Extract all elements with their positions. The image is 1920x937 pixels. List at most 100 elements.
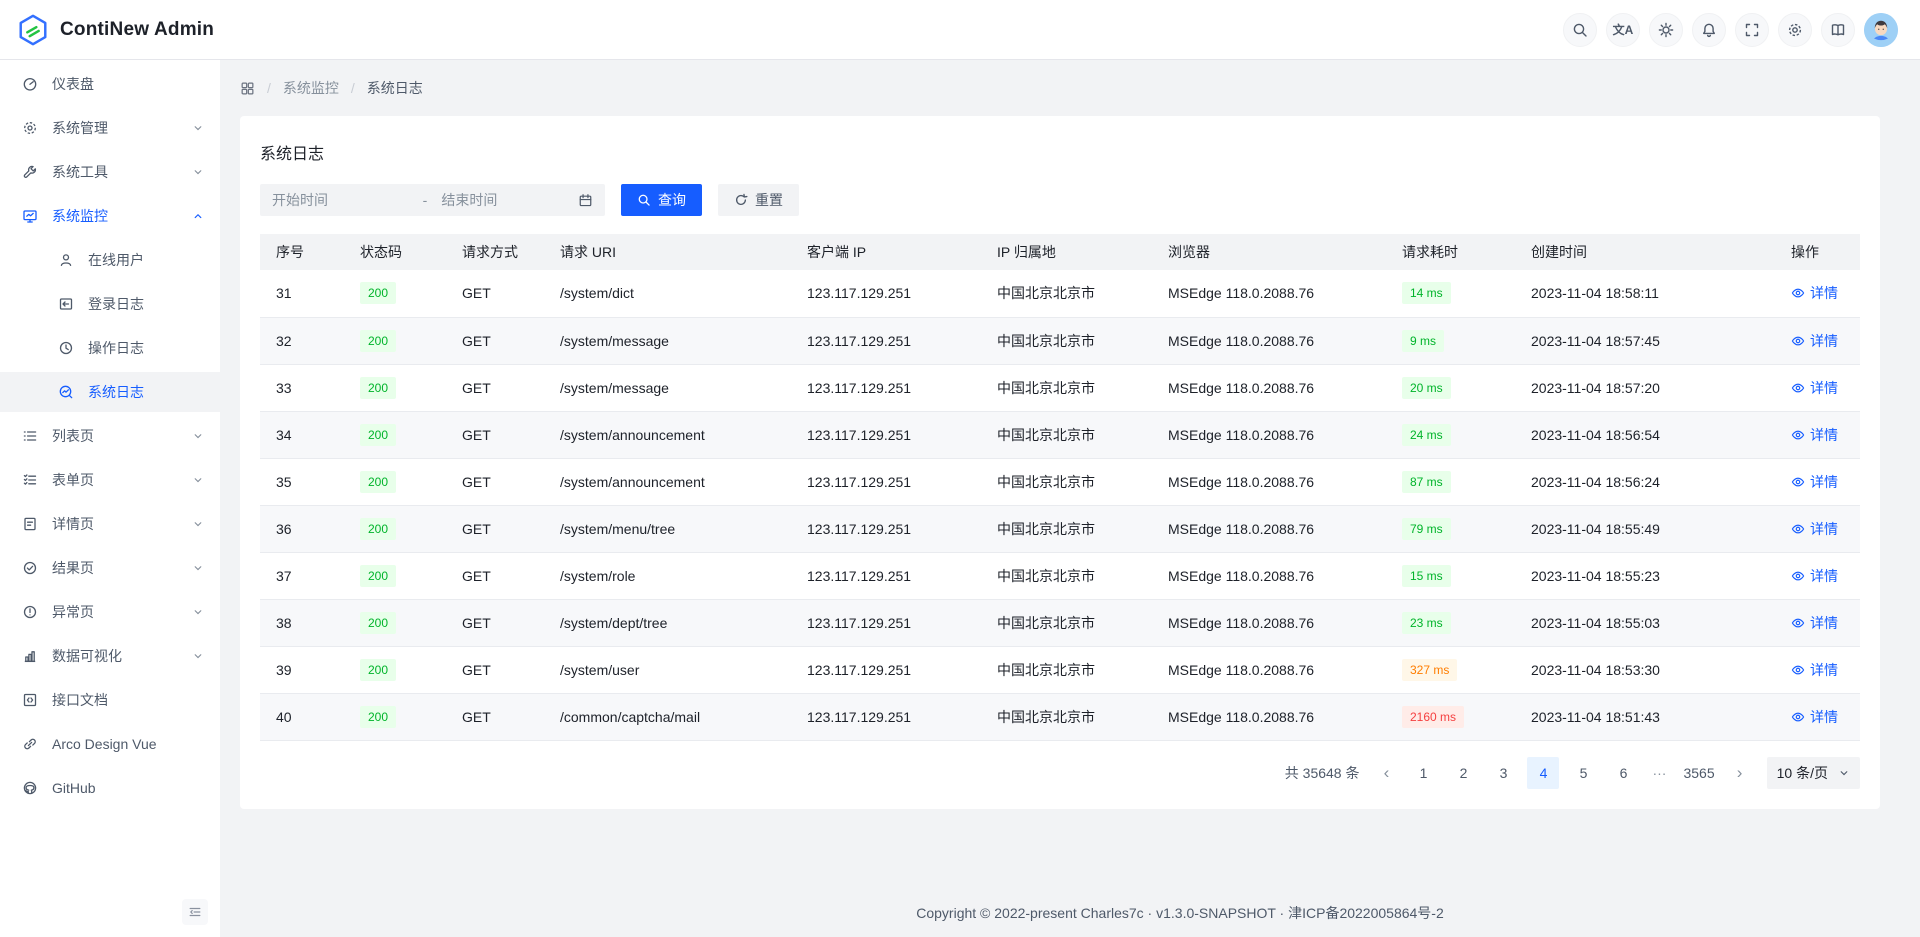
cell-index: 37 <box>260 552 344 599</box>
sidebar-item-system-log[interactable]: 系统日志 <box>0 372 220 412</box>
cell-ip-region: 中国北京北京市 <box>981 270 1152 317</box>
detail-link[interactable]: 详情 <box>1791 378 1838 398</box>
cell-created-time: 2023-11-04 18:53:30 <box>1515 646 1775 693</box>
cell-client-ip: 123.117.129.251 <box>791 364 981 411</box>
page-button[interactable]: 3565 <box>1679 757 1718 789</box>
notifications-button[interactable] <box>1692 13 1726 47</box>
status-badge: 200 <box>360 612 396 634</box>
sidebar-item-result-pages[interactable]: 结果页 <box>0 548 220 588</box>
table-row: 35 200 GET /system/announcement 123.117.… <box>260 458 1860 505</box>
detail-link[interactable]: 详情 <box>1791 472 1838 492</box>
user-avatar[interactable] <box>1864 13 1898 47</box>
detail-link[interactable]: 详情 <box>1791 707 1838 727</box>
detail-link[interactable]: 详情 <box>1791 613 1838 633</box>
page-ellipsis: ··· <box>1647 765 1671 781</box>
sidebar-item-online-users[interactable]: 在线用户 <box>0 240 220 280</box>
breadcrumb-item[interactable]: 系统监控 <box>283 78 339 98</box>
page-button[interactable]: 6 <box>1607 757 1639 789</box>
status-badge: 200 <box>360 659 396 681</box>
sun-icon <box>1658 22 1674 38</box>
page-size-select[interactable]: 10 条/页 <box>1767 757 1860 789</box>
page-button[interactable]: 2 <box>1447 757 1479 789</box>
elapsed-badge: 14 ms <box>1402 282 1451 304</box>
search-icon <box>1572 22 1588 38</box>
wrench-icon <box>21 163 39 181</box>
cell-ip-region: 中国北京北京市 <box>981 646 1152 693</box>
book-icon <box>1830 22 1846 38</box>
sidebar-item-login-log[interactable]: 登录日志 <box>0 284 220 324</box>
cell-uri: /system/announcement <box>544 458 791 505</box>
previous-page-button[interactable]: ‹ <box>1373 757 1399 789</box>
sidebar-item-data-visualization[interactable]: 数据可视化 <box>0 636 220 676</box>
sidebar-item-arco-design-vue[interactable]: Arco Design Vue <box>0 724 220 764</box>
detail-link-label: 详情 <box>1810 707 1838 727</box>
search-button[interactable] <box>1563 13 1597 47</box>
sidebar-item-api-docs[interactable]: 接口文档 <box>0 680 220 720</box>
sidebar-item-operation-log[interactable]: 操作日志 <box>0 328 220 368</box>
theme-toggle-button[interactable] <box>1649 13 1683 47</box>
sidebar-item-system-management[interactable]: 系统管理 <box>0 108 220 148</box>
cell-uri: /system/role <box>544 552 791 599</box>
detail-link-label: 详情 <box>1810 283 1838 303</box>
detail-link[interactable]: 详情 <box>1791 519 1838 539</box>
sidebar-collapse-button[interactable] <box>182 899 208 925</box>
detail-link[interactable]: 详情 <box>1791 660 1838 680</box>
page-button[interactable]: 3 <box>1487 757 1519 789</box>
sidebar-item-detail-pages[interactable]: 详情页 <box>0 504 220 544</box>
cell-method: GET <box>446 552 544 599</box>
date-range-input[interactable]: 开始时间 - 结束时间 <box>260 184 605 216</box>
document-icon <box>21 515 39 533</box>
page-button[interactable]: 5 <box>1567 757 1599 789</box>
cell-status: 200 <box>344 646 446 693</box>
sidebar-item-system-monitor[interactable]: 系统监控 <box>0 196 220 236</box>
cell-action: 详情 <box>1775 364 1860 411</box>
sidebar-item-label: 系统监控 <box>52 206 192 226</box>
status-badge: 200 <box>360 518 396 540</box>
detail-link[interactable]: 详情 <box>1791 566 1838 586</box>
column-header: 客户端 IP <box>791 234 981 270</box>
reset-button[interactable]: 重置 <box>718 184 799 216</box>
eye-icon <box>1791 522 1805 536</box>
sidebar-item-system-tools[interactable]: 系统工具 <box>0 152 220 192</box>
filter-row: 开始时间 - 结束时间 查询 <box>260 184 1860 216</box>
sidebar-item-dashboard[interactable]: 仪表盘 <box>0 64 220 104</box>
next-page-button[interactable]: › <box>1727 757 1753 789</box>
bell-icon <box>1701 22 1717 38</box>
docs-button[interactable] <box>1821 13 1855 47</box>
eye-icon <box>1791 663 1805 677</box>
table-row: 39 200 GET /system/user 123.117.129.251 … <box>260 646 1860 693</box>
detail-link[interactable]: 详情 <box>1791 425 1838 445</box>
column-header: 操作 <box>1775 234 1860 270</box>
brand[interactable]: ContiNew Admin <box>16 13 214 47</box>
detail-link[interactable]: 详情 <box>1791 331 1838 351</box>
cell-elapsed: 79 ms <box>1386 505 1515 552</box>
chevron-up-icon <box>192 210 204 222</box>
search-button[interactable]: 查询 <box>621 184 702 216</box>
log-table-header: 序号 状态码 请求方式 请求 URI 客户端 IP IP 归属地 浏览器 请求耗… <box>260 234 1860 270</box>
sidebar-item-github[interactable]: GitHub <box>0 768 220 808</box>
cell-uri: /common/captcha/mail <box>544 693 791 740</box>
settings-button[interactable] <box>1778 13 1812 47</box>
cell-ip-region: 中国北京北京市 <box>981 458 1152 505</box>
cell-index: 33 <box>260 364 344 411</box>
page-button[interactable]: 1 <box>1407 757 1439 789</box>
column-header: 序号 <box>260 234 344 270</box>
table-row: 34 200 GET /system/announcement 123.117.… <box>260 411 1860 458</box>
main-content: / 系统监控 / 系统日志 系统日志 开始时间 - 结束时间 <box>220 60 1920 937</box>
page-button-active[interactable]: 4 <box>1527 757 1559 789</box>
cell-status: 200 <box>344 505 446 552</box>
breadcrumb-current: 系统日志 <box>367 78 423 98</box>
detail-link[interactable]: 详情 <box>1791 283 1838 303</box>
cell-index: 32 <box>260 317 344 364</box>
sidebar-item-list-pages[interactable]: 列表页 <box>0 416 220 456</box>
sidebar-item-exception-pages[interactable]: 异常页 <box>0 592 220 632</box>
cell-client-ip: 123.117.129.251 <box>791 270 981 317</box>
cell-elapsed: 20 ms <box>1386 364 1515 411</box>
cell-client-ip: 123.117.129.251 <box>791 693 981 740</box>
fullscreen-button[interactable] <box>1735 13 1769 47</box>
language-button[interactable]: 文A <box>1606 13 1640 47</box>
apps-grid-icon[interactable] <box>240 81 255 96</box>
sidebar-item-form-pages[interactable]: 表单页 <box>0 460 220 500</box>
refresh-icon <box>734 193 748 207</box>
cell-uri: /system/announcement <box>544 411 791 458</box>
